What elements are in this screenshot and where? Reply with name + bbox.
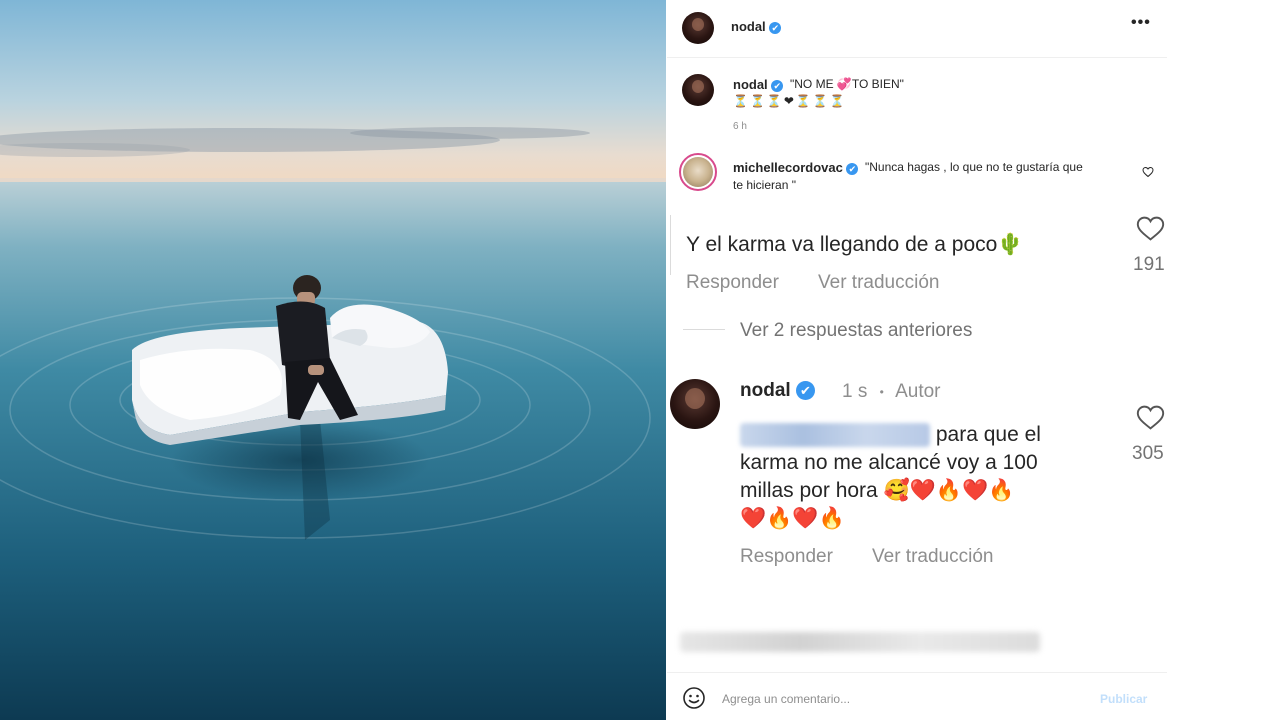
reply-meta: 1 s • Autor — [842, 381, 941, 403]
reply-author-username[interactable]: nodal — [740, 380, 791, 401]
comment-2-text: Y el karma va llegando de a poco🌵 — [686, 233, 1024, 256]
header-divider — [667, 57, 1167, 58]
reply-text-line4: ❤️🔥❤️🔥 — [740, 507, 845, 530]
verified-badge-icon: ✔ — [846, 162, 859, 175]
caption-username[interactable]: nodal — [733, 77, 768, 92]
reply-time[interactable]: 1 s — [842, 381, 867, 402]
emoji-icon[interactable] — [682, 686, 706, 710]
comment-input[interactable]: Agrega un comentario... — [722, 692, 850, 706]
comments-panel — [666, 0, 1280, 720]
publish-button[interactable]: Publicar — [1100, 692, 1147, 706]
footer-divider — [667, 672, 1167, 673]
blurred-content — [680, 632, 1040, 652]
comment-1-text-line1: "Nunca hagas , lo que no te gustaría que — [865, 160, 1083, 174]
meta-separator: • — [879, 384, 884, 399]
verified-badge-icon: ✔ — [771, 79, 784, 92]
mentioned-user-blurred[interactable] — [740, 423, 930, 448]
comment-2-like-count: 191 — [1133, 254, 1165, 275]
comment-2-translate-link[interactable]: Ver traducción — [818, 272, 939, 294]
reply-translate-link[interactable]: Ver traducción — [872, 546, 993, 568]
comment-2-like-icon[interactable] — [1136, 215, 1165, 242]
caption-author[interactable]: nodal ✔ — [733, 77, 784, 92]
author-badge: Autor — [895, 381, 941, 402]
caption-avatar[interactable] — [682, 74, 714, 106]
caption-time[interactable]: 6 h — [733, 121, 747, 132]
reply-text-part1: para que el — [935, 423, 1041, 446]
reply-text-line1: para que el — [740, 421, 1041, 449]
comment-1-username[interactable]: michellecordovac — [733, 160, 843, 175]
crop-edge — [670, 215, 671, 275]
reply-reply-link[interactable]: Responder — [740, 546, 833, 568]
reply-text-line3: millas por hora 🥰❤️🔥❤️🔥 — [740, 479, 1015, 502]
comment-1-like-icon[interactable] — [1142, 166, 1154, 178]
post-author-name[interactable]: nodal ✔ — [731, 19, 782, 34]
comment-1-author[interactable]: michellecordovac ✔ — [733, 160, 859, 175]
commenter-avatar[interactable] — [683, 157, 713, 187]
post-author-username[interactable]: nodal — [731, 19, 766, 34]
caption-text: "NO ME 💞TO BIEN" — [790, 77, 904, 91]
reply-author-avatar[interactable] — [670, 379, 720, 429]
reply-like-icon[interactable] — [1136, 404, 1165, 431]
verified-badge-icon: ✔ — [795, 381, 815, 401]
replies-line — [683, 329, 725, 330]
reply-like-count: 305 — [1132, 443, 1164, 464]
more-options-icon[interactable]: ••• — [1131, 14, 1151, 32]
comment-2-reply-link[interactable]: Responder — [686, 272, 779, 294]
ocean-bed-image — [0, 0, 666, 720]
view-previous-replies-link[interactable]: Ver 2 respuestas anteriores — [740, 320, 972, 342]
post-photo[interactable] — [0, 0, 666, 720]
reply-text-line2: karma no me alcancé voy a 100 — [740, 451, 1038, 474]
comment-1-text-line2: te hicieran " — [733, 178, 796, 192]
reply-author-name[interactable]: nodal ✔ — [740, 380, 815, 402]
verified-badge-icon: ✔ — [769, 21, 782, 34]
post-author-avatar[interactable] — [682, 12, 714, 44]
caption-emoji-line: ⏳⏳⏳❤⏳⏳⏳ — [733, 94, 847, 108]
